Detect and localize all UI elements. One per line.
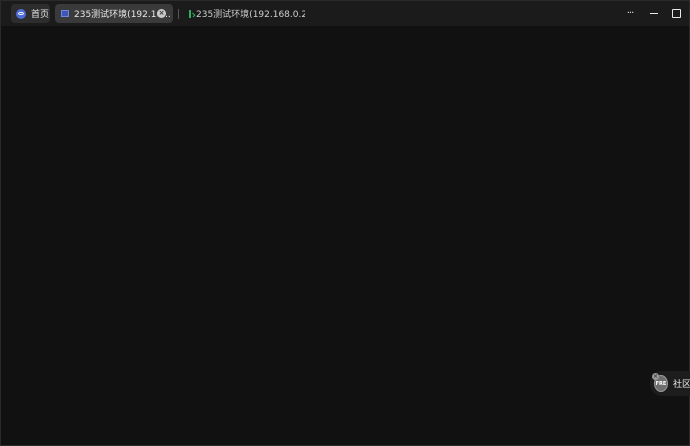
tab-close-button[interactable]: ×: [157, 9, 166, 18]
eye-logo-icon: [16, 8, 26, 19]
maximize-button[interactable]: [666, 4, 686, 22]
minimize-button[interactable]: [644, 4, 664, 22]
tab-home-label: 首页: [31, 10, 50, 20]
tab-home[interactable]: 首页: [11, 4, 50, 23]
remote-desktop-icon: [61, 10, 69, 17]
tab-terminal-label: 235测试环境(192.168.0.2...: [196, 10, 305, 20]
tab-divider: [178, 9, 179, 19]
community-label: 社区: [672, 380, 690, 390]
tab-remote-desktop[interactable]: 235测试环境(192.16... ×: [55, 4, 173, 23]
title-bar: 首页 235测试环境(192.16... × 235测试环境(192.168.0…: [1, 1, 689, 26]
terminal-icon: [189, 9, 191, 18]
community-close-icon[interactable]: ×: [652, 373, 659, 380]
remote-session-viewport[interactable]: [1, 26, 689, 445]
minimize-icon: [650, 12, 658, 14]
tab-terminal[interactable]: 235测试环境(192.168.0.2...: [185, 4, 305, 23]
more-options-button[interactable]: ···: [620, 4, 640, 22]
maximize-icon: [671, 8, 681, 18]
app-window: 首页 235测试环境(192.16... × 235测试环境(192.168.0…: [0, 0, 690, 446]
